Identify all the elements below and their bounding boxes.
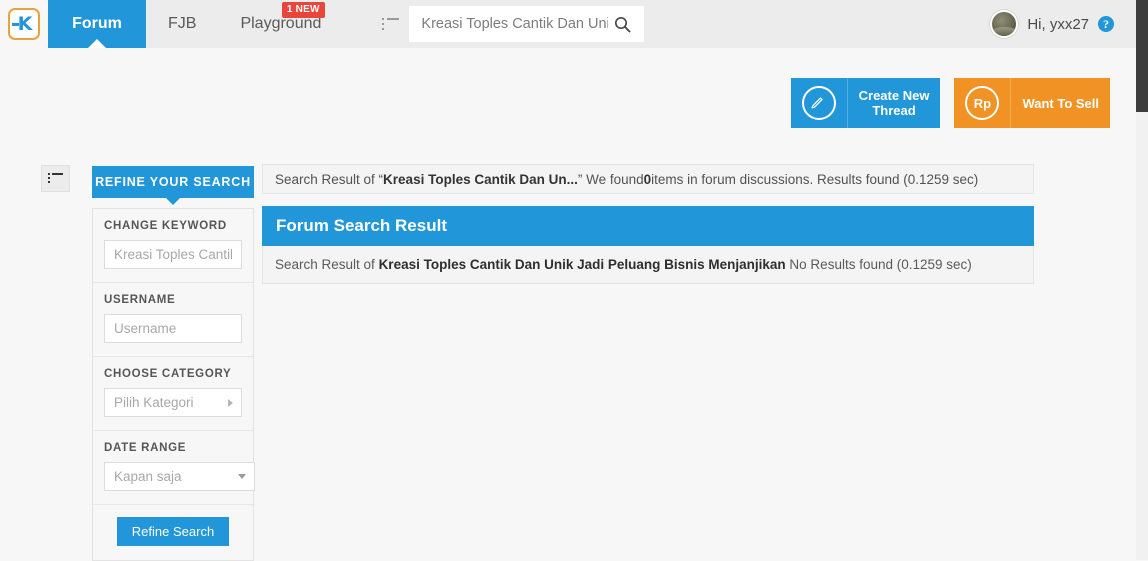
- help-icon[interactable]: ?: [1098, 16, 1114, 32]
- want-to-sell-label: Want To Sell: [1010, 78, 1110, 128]
- nav-tab-fjb[interactable]: FJB: [146, 0, 218, 48]
- panel-title: Forum Search Result: [262, 206, 1034, 246]
- field-date-range: DATE RANGE Kapan saja: [93, 431, 255, 505]
- change-keyword-input[interactable]: [104, 240, 242, 269]
- choose-category-select[interactable]: Pilih Kategori: [104, 388, 242, 417]
- search-summary-bar: Search Result of “Kreasi Toples Cantik D…: [262, 164, 1034, 194]
- action-buttons: Create New Thread Rp Want To Sell: [790, 78, 1110, 128]
- pencil-icon-wrap: [791, 78, 847, 128]
- summary-count: 0: [643, 171, 652, 187]
- summary-middle: ” We found: [577, 171, 644, 187]
- refine-panel-header: REFINE YOUR SEARCH: [92, 166, 254, 198]
- want-to-sell-button[interactable]: Rp Want To Sell: [954, 78, 1110, 128]
- forum-search-result-panel: Forum Search Result Search Result of Kre…: [262, 206, 1034, 284]
- date-range-value: Kapan saja: [114, 469, 182, 484]
- chevron-down-icon: [238, 474, 246, 479]
- rupiah-icon: Rp: [965, 86, 1000, 120]
- summary-query: Kreasi Toples Cantik Dan Un...: [383, 171, 578, 187]
- refine-search-panel: REFINE YOUR SEARCH CHANGE KEYWORD USERNA…: [92, 166, 255, 561]
- logo-box: K: [8, 8, 40, 40]
- choose-category-label: CHOOSE CATEGORY: [104, 368, 232, 380]
- create-new-thread-label: Create New Thread: [846, 78, 941, 128]
- nav-tab-playground[interactable]: 1 NEW Playground: [218, 0, 343, 48]
- field-choose-category: CHOOSE CATEGORY Pilih Kategori: [93, 357, 253, 431]
- choose-category-value: Pilih Kategori: [114, 395, 194, 410]
- body-query: Kreasi Toples Cantik Dan Unik Jadi Pelua…: [378, 257, 786, 272]
- rupiah-icon-wrap: Rp: [954, 78, 1010, 128]
- magnifier-icon: [614, 16, 631, 32]
- summary-prefix: Search Result of “: [275, 171, 384, 187]
- nav-tab-fjb-label: FJB: [168, 15, 197, 32]
- search-icon[interactable]: [608, 10, 636, 38]
- sidebar-toggle-button[interactable]: [41, 165, 70, 192]
- pencil-icon: [801, 86, 836, 120]
- change-keyword-label: CHANGE KEYWORD: [104, 220, 227, 232]
- list-icon[interactable]: [371, 0, 409, 48]
- page-scrollbar[interactable]: [1136, 0, 1148, 560]
- scrollbar-thumb[interactable]: [1136, 0, 1148, 112]
- create-new-thread-button[interactable]: Create New Thread: [790, 78, 941, 128]
- playground-new-badge: 1 NEW: [281, 2, 325, 18]
- search-group: [371, 0, 645, 48]
- nav-tab-forum[interactable]: Forum: [48, 0, 146, 48]
- refine-search-button[interactable]: Refine Search: [116, 517, 230, 546]
- avatar[interactable]: [990, 10, 1019, 38]
- user-greeting: Hi, yxx27: [1027, 15, 1089, 33]
- chevron-right-icon: [228, 398, 233, 407]
- refine-panel-body: CHANGE KEYWORD USERNAME CHOOSE CATEGORY …: [92, 208, 255, 561]
- pencil-glyph-icon: [811, 96, 823, 108]
- search-box: [409, 6, 645, 42]
- user-area[interactable]: Hi, yxx27 ?: [990, 0, 1136, 48]
- refine-panel-title: REFINE YOUR SEARCH: [95, 175, 251, 189]
- body-prefix: Search Result of: [275, 257, 379, 272]
- list-toggle-icon: [48, 173, 63, 184]
- top-header: K Forum FJB 1 NEW Playground Hi: [0, 0, 1136, 48]
- date-range-label: DATE RANGE: [104, 442, 187, 454]
- body-suffix: No Results found (0.1259 sec): [785, 257, 972, 272]
- field-username: USERNAME: [93, 283, 253, 357]
- nav-tab-forum-label: Forum: [72, 15, 122, 32]
- list-glyph-icon: [381, 17, 399, 31]
- username-input[interactable]: [104, 314, 242, 343]
- panel-body: Search Result of Kreasi Toples Cantik Da…: [262, 246, 1034, 284]
- date-range-select[interactable]: Kapan saja: [104, 462, 255, 491]
- kaskus-logo[interactable]: K: [0, 0, 48, 48]
- refine-submit-wrap: Refine Search: [93, 505, 253, 560]
- field-change-keyword: CHANGE KEYWORD: [93, 209, 253, 283]
- summary-suffix: items in forum discussions. Results foun…: [651, 171, 979, 187]
- username-label: USERNAME: [104, 294, 176, 306]
- search-input[interactable]: [421, 16, 609, 32]
- kaskus-k-icon: K: [11, 12, 33, 35]
